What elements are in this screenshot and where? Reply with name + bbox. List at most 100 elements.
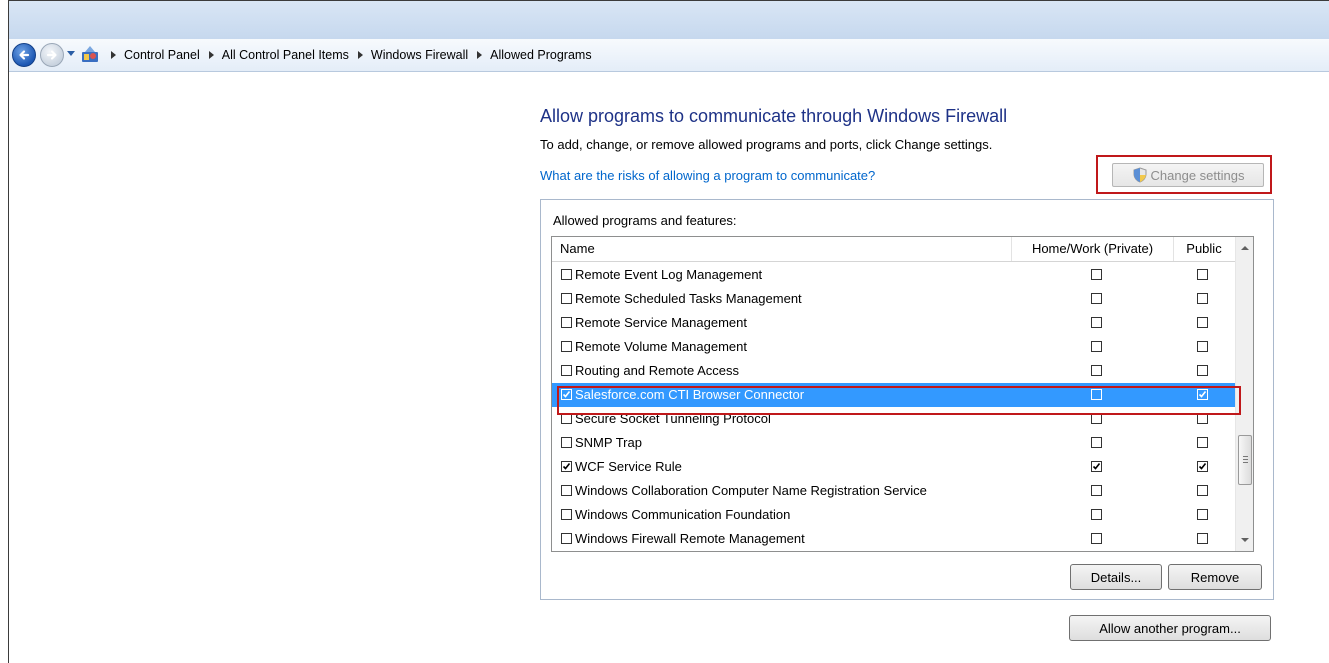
breadcrumb-separator-icon[interactable] (208, 51, 214, 59)
column-header-home-work[interactable]: Home/Work (Private) (1012, 237, 1174, 261)
breadcrumb-separator-icon[interactable] (477, 51, 483, 59)
change-settings-button[interactable]: Change settings (1112, 163, 1264, 187)
program-enabled-checkbox[interactable] (561, 461, 572, 472)
program-row[interactable]: Remote Scheduled Tasks Management (552, 287, 1235, 311)
home-work-checkbox[interactable] (1091, 413, 1102, 424)
home-work-checkbox[interactable] (1091, 509, 1102, 520)
scrollbar-thumb[interactable] (1238, 435, 1252, 485)
page-title: Allow programs to communicate through Wi… (540, 106, 1008, 126)
program-row[interactable]: SNMP Trap (552, 431, 1235, 455)
home-work-checkbox[interactable] (1091, 389, 1102, 400)
program-rows: Remote Event Log Management Remote Schedu… (552, 263, 1235, 551)
checkmark-icon (562, 391, 571, 398)
home-work-checkbox[interactable] (1091, 341, 1102, 352)
program-row[interactable]: Windows Communication Foundation (552, 503, 1235, 527)
home-work-checkbox[interactable] (1091, 269, 1102, 280)
program-enabled-checkbox[interactable] (561, 269, 572, 280)
list-header: Name Home/Work (Private) Public (552, 237, 1235, 262)
scroll-down-icon[interactable] (1241, 538, 1249, 542)
program-enabled-checkbox[interactable] (561, 509, 572, 520)
program-enabled-checkbox[interactable] (561, 317, 572, 328)
breadcrumb-control-panel[interactable]: Control Panel (121, 48, 203, 62)
checkmark-icon (1092, 463, 1101, 470)
program-enabled-checkbox[interactable] (561, 389, 572, 400)
page-description: To add, change, or remove allowed progra… (540, 137, 993, 152)
program-row[interactable]: Secure Socket Tunneling Protocol (552, 407, 1235, 431)
public-checkbox[interactable] (1197, 437, 1208, 448)
public-checkbox[interactable] (1197, 317, 1208, 328)
program-row[interactable]: Routing and Remote Access (552, 359, 1235, 383)
risks-help-link[interactable]: What are the risks of allowing a program… (540, 168, 875, 183)
grip-line (1243, 459, 1248, 460)
home-work-checkbox[interactable] (1091, 365, 1102, 376)
home-work-checkbox[interactable] (1091, 485, 1102, 496)
back-arrow-icon (19, 50, 30, 60)
breadcrumb-all-items[interactable]: All Control Panel Items (219, 48, 352, 62)
program-enabled-checkbox[interactable] (561, 413, 572, 424)
control-panel-icon (82, 46, 98, 62)
public-checkbox[interactable] (1197, 461, 1208, 472)
change-settings-label: Change settings (1150, 167, 1245, 183)
home-work-checkbox[interactable] (1091, 293, 1102, 304)
allow-another-program-button[interactable]: Allow another program... (1069, 615, 1271, 641)
public-checkbox[interactable] (1197, 293, 1208, 304)
home-work-checkbox[interactable] (1091, 461, 1102, 472)
program-enabled-checkbox[interactable] (561, 341, 572, 352)
program-row-selected[interactable]: Salesforce.com CTI Browser Connector (552, 383, 1235, 407)
vertical-scrollbar[interactable] (1235, 237, 1253, 551)
checkmark-icon (1198, 463, 1207, 470)
program-enabled-checkbox[interactable] (561, 437, 572, 448)
breadcrumb-allowed-programs[interactable]: Allowed Programs (487, 48, 594, 62)
program-name: Remote Volume Management (575, 339, 747, 354)
program-enabled-checkbox[interactable] (561, 533, 572, 544)
public-checkbox[interactable] (1197, 269, 1208, 280)
program-row[interactable]: WCF Service Rule (552, 455, 1235, 479)
program-name: Remote Service Management (575, 315, 747, 330)
public-checkbox[interactable] (1197, 485, 1208, 496)
public-checkbox[interactable] (1197, 413, 1208, 424)
program-row[interactable]: Remote Event Log Management (552, 263, 1235, 287)
allowed-programs-list[interactable]: Name Home/Work (Private) Public Remote E… (551, 236, 1254, 552)
program-name: Windows Firewall Remote Management (575, 531, 805, 546)
program-enabled-checkbox[interactable] (561, 365, 572, 376)
program-name: Remote Event Log Management (575, 267, 763, 282)
program-name: WCF Service Rule (575, 459, 682, 474)
remove-button[interactable]: Remove (1168, 564, 1262, 590)
checkmark-icon (562, 463, 571, 470)
column-header-name[interactable]: Name (552, 237, 1012, 261)
program-row[interactable]: Remote Service Management (552, 311, 1235, 335)
program-row[interactable]: Windows Firewall Remote Management (552, 527, 1235, 551)
program-name: Windows Collaboration Computer Name Regi… (575, 483, 927, 498)
program-enabled-checkbox[interactable] (561, 485, 572, 496)
breadcrumb-separator-icon[interactable] (111, 51, 116, 59)
home-work-checkbox[interactable] (1091, 533, 1102, 544)
breadcrumb-windows-firewall[interactable]: Windows Firewall (368, 48, 471, 62)
public-checkbox[interactable] (1197, 341, 1208, 352)
grip-line (1243, 456, 1248, 457)
checkmark-icon (1198, 391, 1207, 398)
program-enabled-checkbox[interactable] (561, 293, 572, 304)
recent-pages-chevron-icon[interactable] (67, 51, 75, 57)
address-bar: Control Panel All Control Panel Items Wi… (9, 39, 1329, 72)
program-row[interactable]: Remote Volume Management (552, 335, 1235, 359)
title-bar (9, 1, 1329, 39)
public-checkbox[interactable] (1197, 365, 1208, 376)
allowed-programs-label: Allowed programs and features: (553, 213, 737, 228)
home-work-checkbox[interactable] (1091, 317, 1102, 328)
details-button[interactable]: Details... (1070, 564, 1162, 590)
back-button[interactable] (12, 43, 36, 67)
forward-button[interactable] (40, 43, 64, 67)
home-work-checkbox[interactable] (1091, 437, 1102, 448)
public-checkbox[interactable] (1197, 389, 1208, 400)
program-row[interactable]: Windows Collaboration Computer Name Regi… (552, 479, 1235, 503)
program-name: Windows Communication Foundation (575, 507, 791, 522)
scroll-up-icon[interactable] (1241, 246, 1249, 250)
public-checkbox[interactable] (1197, 509, 1208, 520)
breadcrumb-separator-icon[interactable] (357, 51, 363, 59)
uac-shield-icon (1133, 167, 1147, 183)
public-checkbox[interactable] (1197, 533, 1208, 544)
program-name: SNMP Trap (575, 435, 642, 450)
program-name: Remote Scheduled Tasks Management (575, 291, 802, 306)
column-header-public[interactable]: Public (1174, 237, 1234, 261)
program-name: Routing and Remote Access (575, 363, 740, 378)
